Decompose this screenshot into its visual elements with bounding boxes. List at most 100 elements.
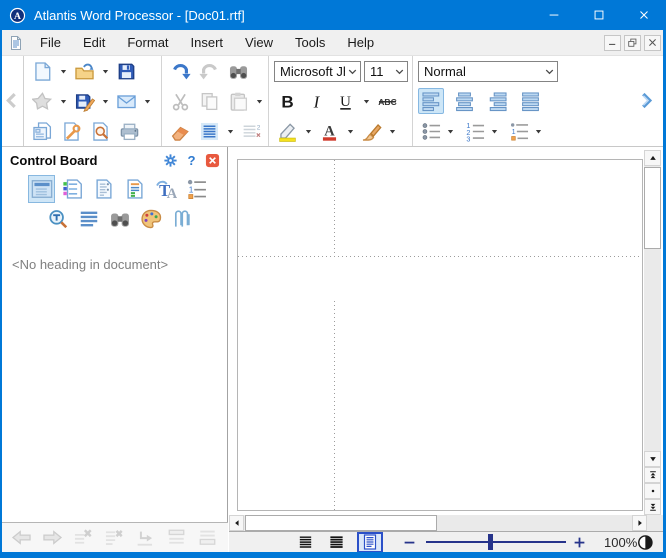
email-envelope-dropdown-arrow-icon[interactable]: [142, 88, 152, 114]
align-left-button[interactable]: [418, 88, 444, 114]
strikethrough-button[interactable]: ABC: [374, 88, 400, 114]
new-document-button[interactable]: [29, 58, 55, 84]
horizontal-scrollbar-thumb[interactable]: [245, 515, 437, 531]
cb-paragraphs-tab-button[interactable]: [75, 205, 102, 233]
underline-button[interactable]: U: [332, 88, 358, 114]
align-right-button[interactable]: [484, 88, 510, 114]
font-family-combo[interactable]: Microsoft Jh: [274, 61, 361, 82]
menu-item-tools[interactable]: Tools: [284, 31, 336, 54]
menu-item-edit[interactable]: Edit: [72, 31, 116, 54]
zoom-slider-track[interactable]: [426, 541, 566, 543]
zoom-slider-thumb[interactable]: [488, 534, 493, 550]
toolbar-overflow-right-chevron-icon[interactable]: [638, 87, 655, 114]
minimize-button[interactable]: [531, 0, 576, 30]
control-board-help-button[interactable]: ?: [184, 153, 199, 168]
find-binoculars-button[interactable]: [225, 58, 251, 84]
control-board-close-button[interactable]: [205, 153, 220, 168]
zoom-in-button[interactable]: [571, 534, 587, 550]
cb-bookmarks-tab-button[interactable]: [90, 175, 117, 203]
printer-button[interactable]: [116, 118, 142, 144]
cb-clips-tab-button[interactable]: [168, 205, 195, 233]
font-color-button[interactable]: A: [316, 118, 342, 144]
save-as-dropdown-arrow-icon[interactable]: [100, 88, 110, 114]
new-document-dropdown-arrow-icon[interactable]: [58, 58, 68, 84]
open-folder-button[interactable]: [71, 58, 97, 84]
print-layout-view-button[interactable]: [357, 532, 383, 553]
font-color-dropdown-arrow-icon[interactable]: [345, 118, 355, 144]
bullet-list-button[interactable]: [418, 118, 444, 144]
zoom-slider[interactable]: [426, 534, 564, 550]
eraser-button[interactable]: [167, 118, 193, 144]
multilevel-list-button[interactable]: 1: [506, 118, 532, 144]
menu-item-format[interactable]: Format: [116, 31, 179, 54]
svg-text:?: ?: [187, 153, 195, 168]
cb-fonts-tab-button[interactable]: TA: [152, 175, 179, 203]
vertical-scrollbar-thumb[interactable]: [644, 167, 661, 249]
cb-palette-tab-button[interactable]: [137, 205, 164, 233]
bold-button[interactable]: B: [274, 88, 300, 114]
underline-dropdown-arrow-icon[interactable]: [361, 88, 371, 114]
print-preview-button[interactable]: [87, 118, 113, 144]
doc-restore-button[interactable]: [624, 35, 641, 51]
draft-view-button[interactable]: [295, 534, 315, 551]
doc-close-button[interactable]: [644, 35, 661, 51]
next-page-button[interactable]: [644, 499, 661, 515]
previous-page-button[interactable]: [644, 467, 661, 483]
paragraph-lines-button[interactable]: [196, 118, 222, 144]
chevron-down-icon: [345, 64, 360, 79]
horizontal-scrollbar[interactable]: [229, 515, 663, 531]
undo-button[interactable]: [167, 58, 193, 84]
style-combo-value: Normal: [424, 64, 466, 79]
control-board-tabs-row-2: [44, 205, 227, 233]
multilevel-list-dropdown-arrow-icon[interactable]: [533, 118, 543, 144]
menu-item-help[interactable]: Help: [336, 31, 385, 54]
save-as-button[interactable]: [71, 88, 97, 114]
italic-button[interactable]: I: [303, 88, 329, 114]
scroll-left-button[interactable]: [229, 515, 244, 531]
style-combo[interactable]: Normal: [418, 61, 558, 82]
scroll-down-button[interactable]: [644, 451, 661, 467]
numbered-list-dropdown-arrow-icon[interactable]: [489, 118, 499, 144]
select-browse-object-button[interactable]: [644, 483, 661, 499]
cb-magnifier-tab-button[interactable]: [44, 205, 71, 233]
highlight-pen-button[interactable]: [274, 118, 300, 144]
scroll-down-arrow-icon: [648, 454, 658, 464]
paragraph-lines-dropdown-arrow-icon[interactable]: [225, 118, 235, 144]
document-page[interactable]: [237, 159, 643, 511]
menu-item-view[interactable]: View: [234, 31, 284, 54]
open-folder-dropdown-arrow-icon[interactable]: [100, 58, 110, 84]
align-justify-button[interactable]: [517, 88, 543, 114]
cb-overview-tab-button[interactable]: [28, 175, 55, 203]
toolbar-group-file: [24, 56, 161, 146]
left-margin-guide: [334, 160, 335, 257]
font-size-combo[interactable]: 11: [364, 61, 408, 82]
display-contrast-toggle-button[interactable]: [637, 534, 654, 551]
cb-binoculars-tab-button[interactable]: [106, 205, 133, 233]
zoom-out-button[interactable]: [402, 534, 418, 550]
cb-structure-tab-button[interactable]: [121, 175, 148, 203]
page-setup-wrench-button[interactable]: [58, 118, 84, 144]
scroll-up-button[interactable]: [644, 150, 661, 166]
bullet-list-dropdown-arrow-icon[interactable]: [445, 118, 455, 144]
email-envelope-button[interactable]: [113, 88, 139, 114]
online-view-button[interactable]: [326, 534, 346, 551]
highlight-pen-dropdown-arrow-icon[interactable]: [303, 118, 313, 144]
numbered-list-button[interactable]: 123: [462, 118, 488, 144]
format-painter-dropdown-arrow-icon[interactable]: [387, 118, 397, 144]
cb-outline-tab-button[interactable]: 1: [183, 175, 210, 203]
menu-item-file[interactable]: File: [29, 31, 72, 54]
document-system-menu-icon[interactable]: [8, 35, 24, 51]
close-button[interactable]: [621, 0, 666, 30]
control-board-settings-button[interactable]: [163, 153, 178, 168]
menu-item-insert[interactable]: Insert: [180, 31, 235, 54]
doc-minimize-button[interactable]: [604, 35, 621, 51]
align-center-button[interactable]: [451, 88, 477, 114]
save-button[interactable]: [113, 58, 139, 84]
format-painter-button[interactable]: [358, 118, 384, 144]
maximize-button[interactable]: [576, 0, 621, 30]
scroll-right-button[interactable]: [632, 515, 647, 531]
toolbar-overflow-left-chevron-icon[interactable]: [3, 87, 20, 114]
vertical-scrollbar[interactable]: [644, 150, 661, 515]
template-document-button[interactable]: [29, 118, 55, 144]
cb-headings-tab-button[interactable]: [59, 175, 86, 203]
